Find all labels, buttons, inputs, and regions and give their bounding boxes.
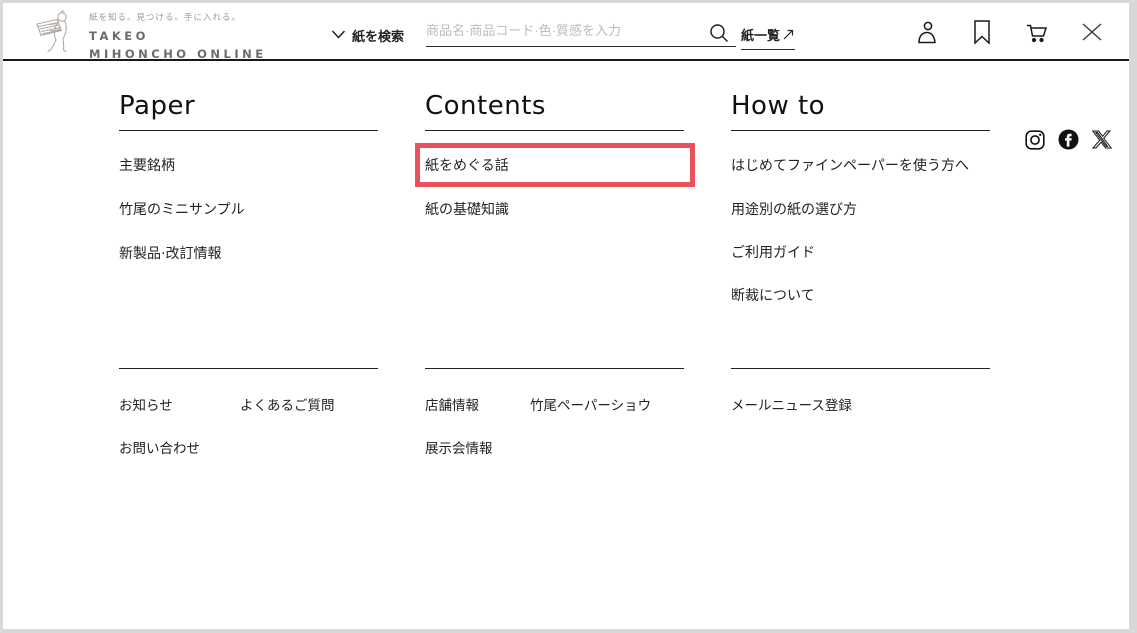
site-header: 紙を知る。見つける。手に入れる。 TAKEO MIHONCHO ONLINE 紙… — [3, 3, 1129, 61]
account-icon[interactable] — [908, 15, 946, 49]
instagram-icon[interactable] — [1025, 130, 1045, 150]
brand-line1: TAKEO — [89, 28, 267, 46]
close-icon[interactable] — [1073, 15, 1111, 49]
mega-menu-page: 紙を知る。見つける。手に入れる。 TAKEO MIHONCHO ONLINE 紙… — [3, 3, 1129, 629]
x-icon[interactable] — [1092, 130, 1112, 149]
footer-link-contact[interactable]: お問い合わせ — [119, 440, 200, 459]
menu-link-major-brands[interactable]: 主要銘柄 — [119, 156, 175, 176]
menu-link-paper-basics[interactable]: 紙の基礎知識 — [425, 200, 509, 220]
menu-link-new-products[interactable]: 新製品·改訂情報 — [119, 244, 221, 264]
menu-link-paper-by-use[interactable]: 用途別の紙の選び方 — [731, 200, 857, 220]
menu-link-paper-stories[interactable]: 紙をめぐる話 — [425, 156, 509, 176]
brand-name: TAKEO MIHONCHO ONLINE — [89, 28, 267, 64]
browser-frame: 紙を知る。見つける。手に入れる。 TAKEO MIHONCHO ONLINE 紙… — [0, 0, 1137, 633]
menu-link-mini-samples[interactable]: 竹尾のミニサンプル — [119, 200, 245, 220]
column-divider — [425, 368, 684, 369]
paper-list-link[interactable]: 紙一覧 — [741, 25, 795, 50]
column-divider — [731, 368, 990, 369]
arrow-up-right-icon — [782, 28, 795, 41]
menu-link-user-guide[interactable]: ご利用ガイド — [731, 243, 815, 263]
footer-link-exhibitions[interactable]: 展示会情報 — [425, 440, 493, 459]
footer-link-mail-news[interactable]: メールニュース登録 — [731, 397, 852, 416]
chevron-down-icon[interactable] — [331, 29, 346, 40]
footer-link-news[interactable]: お知らせ — [119, 397, 173, 416]
menu-title-contents: Contents — [425, 91, 684, 131]
search-category-label[interactable]: 紙を検索 — [352, 26, 404, 45]
footer-link-paper-show[interactable]: 竹尾ペーパーショウ — [530, 397, 651, 416]
menu-title-paper: Paper — [119, 91, 378, 131]
brand-line2: MIHONCHO ONLINE — [89, 46, 267, 64]
bookmark-icon[interactable] — [963, 15, 1001, 49]
facebook-icon[interactable] — [1058, 129, 1079, 150]
takeo-logo-illustration — [28, 8, 80, 56]
header-icons — [908, 3, 1111, 61]
brand-block[interactable]: 紙を知る。見つける。手に入れる。 TAKEO MIHONCHO ONLINE — [89, 11, 267, 64]
column-divider — [119, 368, 378, 369]
menu-link-cutting[interactable]: 断裁について — [731, 286, 815, 306]
cart-icon[interactable] — [1018, 15, 1056, 49]
menu-title-how-to: How to — [731, 91, 990, 131]
footer-link-stores[interactable]: 店舗情報 — [425, 397, 479, 416]
social-icons — [1025, 129, 1112, 150]
menu-link-first-time-fine-paper[interactable]: はじめてファインペーパーを使う方へ — [731, 156, 969, 176]
paper-list-label: 紙一覧 — [741, 25, 780, 44]
brand-tagline: 紙を知る。見つける。手に入れる。 — [89, 11, 267, 23]
search-icon[interactable] — [708, 22, 730, 44]
search-input[interactable] — [426, 19, 736, 47]
footer-link-faq[interactable]: よくあるご質問 — [240, 397, 335, 416]
